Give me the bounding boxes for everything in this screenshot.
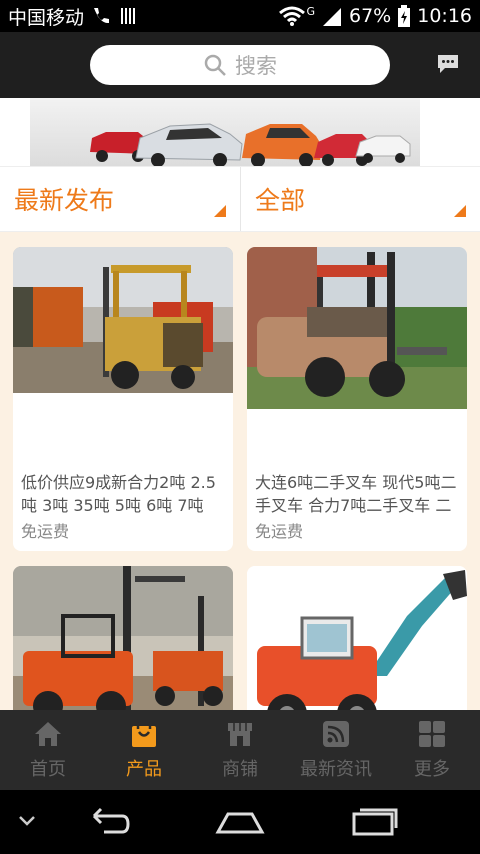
tab-stores[interactable]: 商铺 [192, 710, 288, 790]
product-title: 大连6吨二手叉车 现代5吨二手叉车 合力7吨二手叉车 二手叉车 二手装载机 [255, 473, 457, 515]
shipping-label: 免运费 [21, 522, 70, 541]
recent-apps-icon[interactable] [350, 802, 400, 842]
tab-more[interactable]: 更多 [384, 710, 480, 790]
tab-news[interactable]: 最新资讯 [288, 710, 384, 790]
product-image-forklift [13, 566, 233, 710]
battery-charging-icon [398, 5, 411, 27]
product-image-forklift [247, 247, 467, 409]
clock: 10:16 [417, 5, 472, 27]
promo-banner[interactable] [0, 98, 480, 166]
phone-call-icon [94, 8, 110, 24]
banner-cars-image [30, 98, 420, 166]
wifi-icon [279, 6, 306, 26]
chevron-down-icon[interactable] [18, 814, 36, 828]
store-icon [228, 723, 252, 746]
status-bar: 中国移动 G 67% 10:16 [0, 0, 480, 32]
home-icon [35, 722, 61, 746]
shopping-bag-icon [132, 720, 156, 747]
back-icon[interactable] [82, 802, 130, 842]
product-card[interactable]: 低价供应9成新合力2吨 2.5吨 3吨 35吨 5吨 6吨 7吨 10吨 二手叉… [13, 247, 233, 551]
category-filter-all[interactable]: 全部 [240, 167, 480, 231]
tab-label: 商铺 [222, 759, 258, 780]
product-image-excavator [247, 566, 467, 710]
tab-label: 首页 [30, 759, 66, 780]
battery-level: 67% [349, 5, 392, 27]
tab-label: 产品 [126, 759, 162, 780]
category-filter-label: 全部 [255, 186, 306, 215]
shipping-label: 免运费 [255, 522, 304, 541]
product-title: 低价供应9成新合力2吨 2.5吨 3吨 35吨 5吨 6吨 7吨 10吨 二手叉… [21, 473, 216, 515]
message-icon[interactable] [436, 52, 460, 76]
sort-filter-latest[interactable]: 最新发布 [0, 167, 240, 231]
rss-icon [323, 721, 349, 747]
bottom-tab-bar: 首页 产品 商铺 最新资讯 更多 [0, 710, 480, 790]
tab-home[interactable]: 首页 [0, 710, 96, 790]
tab-label: 最新资讯 [300, 759, 372, 780]
product-card[interactable]: 大连6吨二手叉车 现代5吨二手叉车 合力7吨二手叉车 二手叉车 二手装载机 免运… [247, 247, 467, 551]
search-icon [204, 54, 226, 76]
dropdown-corner-icon [454, 205, 466, 217]
product-grid: 低价供应9成新合力2吨 2.5吨 3吨 35吨 5吨 6吨 7吨 10吨 二手叉… [0, 232, 480, 710]
system-nav-bar [0, 790, 480, 854]
product-card[interactable] [247, 566, 467, 710]
product-image-forklift [13, 247, 233, 393]
tab-label: 更多 [414, 759, 450, 780]
top-bar: 搜索 [0, 32, 480, 98]
signal-strength-icon [121, 8, 136, 24]
search-input[interactable]: 搜索 [90, 45, 390, 85]
filter-bar: 最新发布 全部 [0, 166, 480, 232]
cell-signal-icon [323, 8, 341, 26]
home-button-icon[interactable] [214, 802, 266, 842]
grid-icon [419, 721, 445, 747]
search-placeholder: 搜索 [235, 54, 277, 78]
sort-filter-label: 最新发布 [14, 186, 115, 215]
tab-products[interactable]: 产品 [96, 710, 192, 790]
network-type: G [306, 4, 315, 18]
carrier-name: 中国移动 [8, 6, 85, 29]
product-card[interactable] [13, 566, 233, 710]
dropdown-corner-icon [214, 205, 226, 217]
